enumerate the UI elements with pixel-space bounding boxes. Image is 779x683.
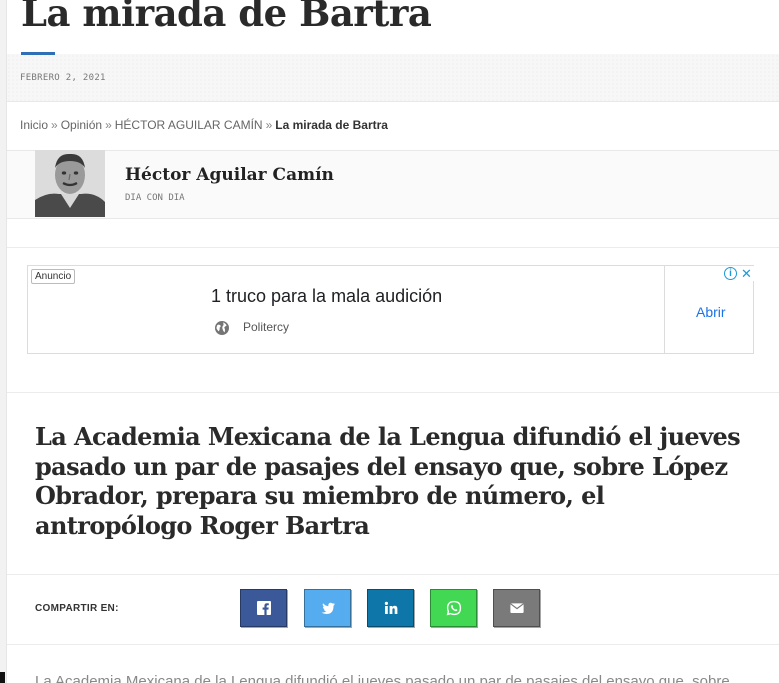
- linkedin-icon: [384, 601, 397, 614]
- breadcrumb: Inicio» Opinión» HÉCTOR AGUILAR CAMÍN» La m…: [20, 118, 388, 132]
- page-title: La mirada de Bartra: [21, 0, 432, 35]
- share-label: COMPARTIR EN:: [35, 603, 119, 614]
- ad-divider: [664, 266, 665, 353]
- article-page: La mirada de Bartra FEBRERO 2, 2021 Inic…: [0, 0, 779, 683]
- globe-icon: [215, 321, 229, 335]
- page-edge-marker: [0, 672, 5, 683]
- ad-open-button[interactable]: Abrir: [696, 304, 726, 320]
- share-twitter-button[interactable]: [304, 589, 351, 627]
- ad-label: Anuncio: [31, 269, 76, 284]
- breadcrumb-item-home[interactable]: Inicio: [20, 118, 48, 132]
- article-lead: La Academia Mexicana de la Lengua difund…: [35, 422, 741, 540]
- breadcrumb-item-opinion[interactable]: Opinión: [61, 118, 102, 132]
- info-icon[interactable]: i: [724, 267, 737, 280]
- author-band: [7, 150, 779, 219]
- author-portrait-icon: [35, 150, 105, 217]
- breadcrumb-item-author[interactable]: HÉCTOR AGUILAR CAMÍN: [115, 118, 263, 132]
- breadcrumb-separator: »: [265, 118, 273, 132]
- publish-date: FEBRERO 2, 2021: [20, 73, 106, 83]
- close-icon[interactable]: ✕: [739, 266, 754, 281]
- twitter-icon: [321, 602, 335, 614]
- author-avatar[interactable]: [35, 150, 105, 217]
- title-underline: [21, 52, 55, 55]
- whatsapp-icon: [446, 600, 461, 616]
- page-left-edge: [0, 0, 7, 683]
- ad-container[interactable]: [27, 265, 754, 354]
- breadcrumb-separator: »: [105, 118, 112, 132]
- share-linkedin-button[interactable]: [367, 589, 414, 627]
- section-divider: [7, 392, 779, 393]
- ad-source: Politercy: [243, 320, 290, 334]
- share-email-button[interactable]: [493, 589, 540, 627]
- share-whatsapp-button[interactable]: [430, 589, 477, 627]
- email-icon: [509, 603, 524, 613]
- share-facebook-button[interactable]: [240, 589, 287, 627]
- section-divider: [7, 247, 779, 248]
- author-column-name: DIA CON DIA: [125, 193, 185, 203]
- facebook-icon: [256, 601, 271, 615]
- date-band: [7, 54, 779, 102]
- article-body-first-line: La Academia Mexicana de la Lengua difund…: [35, 673, 730, 683]
- author-name[interactable]: Héctor Aguilar Camín: [125, 165, 334, 185]
- breadcrumb-current: La mirada de Bartra: [275, 118, 388, 132]
- ad-headline[interactable]: 1 truco para la mala audición: [211, 286, 442, 307]
- breadcrumb-separator: »: [51, 118, 58, 132]
